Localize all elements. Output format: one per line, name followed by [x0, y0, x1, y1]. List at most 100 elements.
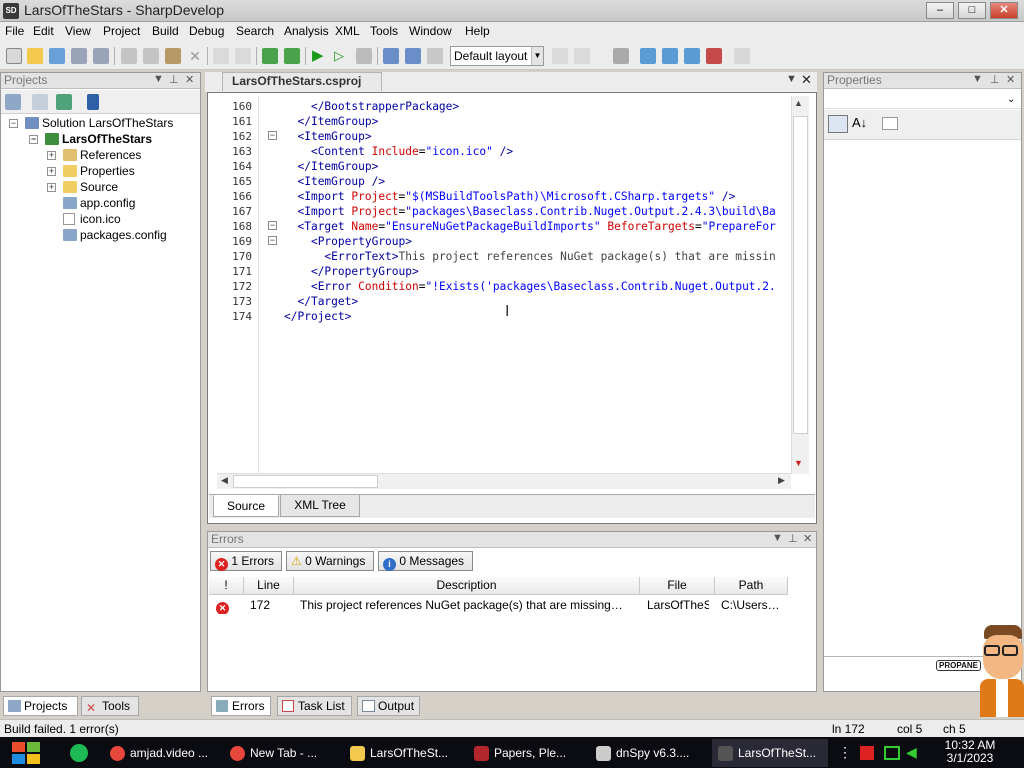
tree-solution[interactable]: − Solution LarsOfTheStars: [9, 115, 173, 131]
copy-icon[interactable]: [143, 48, 159, 64]
code-line[interactable]: <Error Condition="!Exists('packages\Base…: [284, 279, 812, 294]
network-icon[interactable]: [884, 746, 900, 760]
tab-menu-icon[interactable]: ▼: [786, 73, 797, 85]
volume-icon[interactable]: ◀: [906, 744, 917, 761]
taskbar-item[interactable]: dnSpy v6.3....: [590, 739, 706, 767]
tree-item-properties[interactable]: + Properties: [47, 163, 135, 179]
editor-tab[interactable]: LarsOfTheStars.csproj: [222, 72, 382, 91]
show-all-files-icon[interactable]: [87, 94, 99, 110]
close-button[interactable]: ✕: [990, 2, 1018, 19]
properties-icon[interactable]: [5, 94, 21, 110]
save-icon[interactable]: [71, 48, 87, 64]
code-line[interactable]: <Target Name="EnsureNuGetPackageBuildImp…: [284, 219, 812, 234]
rebuild-icon[interactable]: [284, 48, 300, 64]
run-without-debug-icon[interactable]: ▷: [334, 48, 350, 64]
menu-edit[interactable]: Edit: [33, 24, 54, 38]
code-line[interactable]: </PropertyGroup>: [284, 264, 812, 279]
code-line[interactable]: <PropertyGroup>: [284, 234, 812, 249]
tree-item-app-config[interactable]: app.config: [63, 195, 135, 211]
step-into-icon[interactable]: [405, 48, 421, 64]
tree-item-packages-config[interactable]: packages.config: [63, 227, 167, 243]
taskbar-item[interactable]: LarsOfTheSt...: [712, 739, 828, 767]
code-line[interactable]: <ItemGroup />: [284, 174, 812, 189]
vertical-scrollbar[interactable]: ▲ ▼: [791, 96, 809, 474]
fold-toggle-icon[interactable]: −: [268, 221, 277, 230]
redo-icon[interactable]: [235, 48, 251, 64]
scroll-left-icon[interactable]: ◀: [221, 475, 228, 486]
code-line[interactable]: </Project>: [284, 309, 812, 324]
bookmark-toggle-icon[interactable]: [574, 48, 590, 64]
tree-item-icon-ico[interactable]: icon.ico: [63, 211, 121, 227]
menu-debug[interactable]: Debug: [189, 24, 224, 38]
horizontal-scrollbar[interactable]: ◀ ▶: [217, 473, 791, 489]
tab-errors[interactable]: Errors: [211, 696, 271, 716]
menu-window[interactable]: Window: [409, 24, 452, 38]
code-line[interactable]: <Content Include="icon.ico" />: [284, 144, 812, 159]
code-line[interactable]: <Import Project="packages\Baseclass.Cont…: [284, 204, 812, 219]
taskbar-item[interactable]: Papers, Ple...: [468, 739, 584, 767]
column-header[interactable]: Description: [294, 577, 640, 595]
tab-source[interactable]: Source: [213, 495, 279, 517]
code-line[interactable]: <ErrorText>This project references NuGet…: [284, 249, 812, 264]
pane-menu-icon[interactable]: ▼: [153, 73, 164, 85]
scroll-up-icon[interactable]: ▲: [794, 98, 803, 108]
paste-icon[interactable]: [165, 48, 181, 64]
stop-icon[interactable]: [356, 48, 372, 64]
tree-item-references[interactable]: + References: [47, 147, 141, 163]
column-header[interactable]: Line: [244, 577, 294, 595]
categorized-icon[interactable]: [828, 115, 848, 133]
menu-build[interactable]: Build: [152, 24, 179, 38]
tree-project[interactable]: − LarsOfTheStars: [29, 131, 152, 147]
flag-icon[interactable]: [860, 746, 874, 760]
scroll-right-icon[interactable]: ▶: [778, 475, 785, 486]
build-icon[interactable]: [262, 48, 278, 64]
tab-tools[interactable]: ✕ Tools: [81, 696, 139, 716]
step-out-icon[interactable]: [427, 48, 443, 64]
warnings-filter-button[interactable]: ⚠ 0 Warnings: [286, 551, 374, 571]
pane-close-icon[interactable]: ✕: [1006, 73, 1015, 86]
minimize-button[interactable]: –: [926, 2, 954, 19]
step-over-icon[interactable]: [383, 48, 399, 64]
taskbar-item[interactable]: LarsOfTheSt...: [344, 739, 460, 767]
object-selector[interactable]: ⌄: [825, 91, 1021, 109]
menu-analysis[interactable]: Analysis: [284, 24, 329, 38]
code-line[interactable]: </ItemGroup>: [284, 159, 812, 174]
code-line[interactable]: <ItemGroup>: [284, 129, 812, 144]
tab-output[interactable]: Output: [357, 696, 420, 716]
tab-close-icon[interactable]: ✕: [801, 72, 812, 88]
code-line[interactable]: </Target>: [284, 294, 812, 309]
pane-menu-icon[interactable]: ▼: [772, 532, 783, 544]
column-header[interactable]: File: [640, 577, 715, 595]
scroll-thumb[interactable]: [233, 475, 378, 488]
save-all-icon[interactable]: [93, 48, 109, 64]
pane-close-icon[interactable]: ✕: [185, 73, 194, 86]
bookmark-icon[interactable]: [552, 48, 568, 64]
window-icon[interactable]: [640, 48, 656, 64]
property-pages-icon[interactable]: [882, 117, 898, 130]
messages-filter-button[interactable]: i 0 Messages: [378, 551, 473, 571]
menu-tools[interactable]: Tools: [370, 24, 398, 38]
format-icon[interactable]: [613, 48, 629, 64]
taskbar-clock[interactable]: 10:32 AM 3/1/2023: [934, 739, 1006, 767]
maximize-button[interactable]: □: [958, 2, 986, 19]
menu-xml[interactable]: XML: [335, 24, 360, 38]
run-icon[interactable]: ▶: [312, 48, 328, 64]
menu-view[interactable]: View: [65, 24, 91, 38]
menu-file[interactable]: File: [5, 24, 24, 38]
clear-bookmarks-icon[interactable]: [706, 48, 722, 64]
code-line[interactable]: <Import Project="$(MSBuildToolsPath)\Mic…: [284, 189, 812, 204]
overflow-icon[interactable]: ⋮: [838, 744, 852, 761]
prev-bookmark-icon[interactable]: [662, 48, 678, 64]
tab-xml-tree[interactable]: XML Tree: [280, 495, 360, 517]
spotify-icon[interactable]: [70, 744, 88, 762]
tree-item-source[interactable]: + Source: [47, 179, 118, 195]
pin-icon[interactable]: ⊥: [169, 73, 179, 86]
tab-task-list[interactable]: Task List: [277, 696, 352, 716]
pane-close-icon[interactable]: ✕: [803, 532, 812, 545]
column-header[interactable]: !: [209, 577, 244, 595]
code-line[interactable]: </BootstrapperPackage>: [284, 99, 812, 114]
pin-icon[interactable]: ⊥: [788, 532, 798, 545]
fold-toggle-icon[interactable]: −: [268, 131, 277, 140]
windows-start-icon[interactable]: [10, 740, 42, 766]
find-icon[interactable]: [734, 48, 750, 64]
